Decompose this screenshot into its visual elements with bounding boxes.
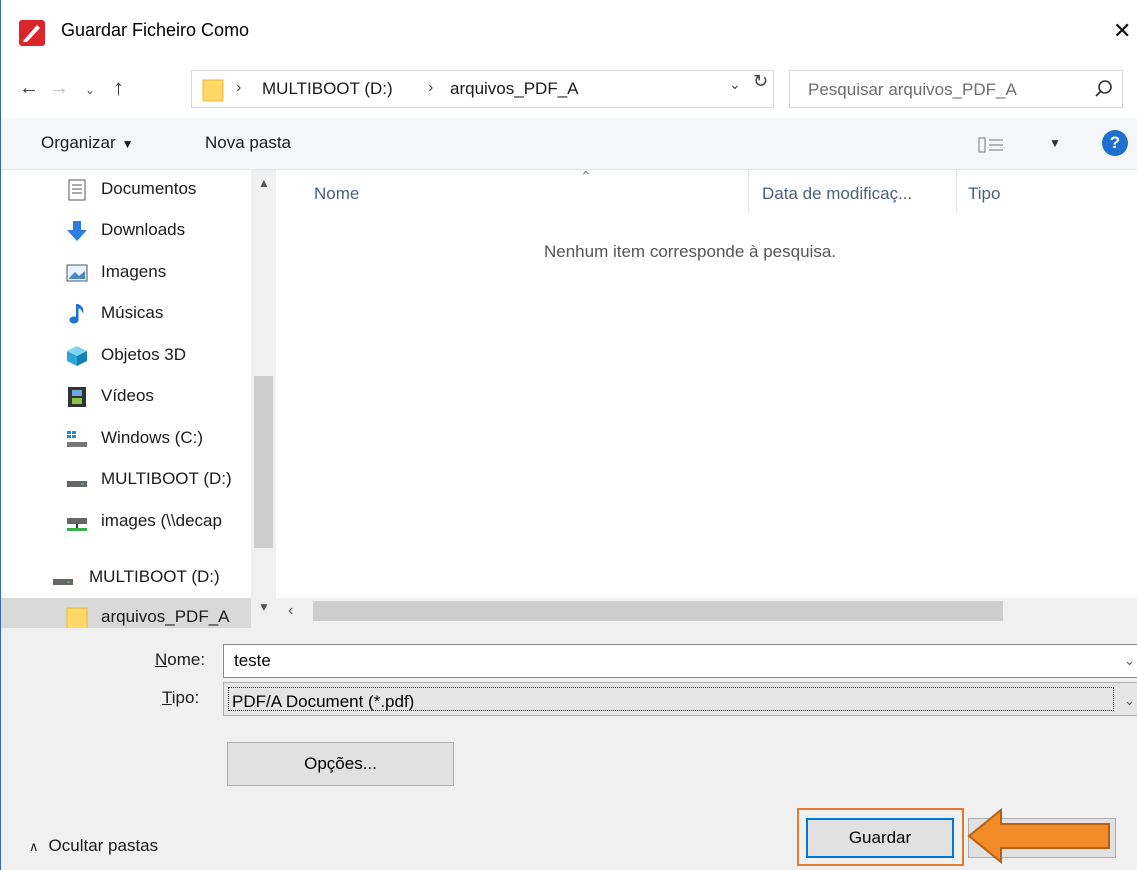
new-folder-button[interactable]: Nova pasta (205, 133, 291, 153)
scroll-left-icon[interactable]: ‹ (288, 602, 293, 620)
sidebar-item-label: Vídeos (101, 386, 154, 405)
file-list: ⌃ Nome Data de modificaç... Tipo Nenhum … (276, 168, 1137, 598)
pointer-arrow-icon (967, 807, 1110, 865)
type-label: Tipo: (162, 688, 200, 707)
view-caret-down-icon[interactable]: ▼ (1049, 136, 1061, 150)
download-arrow-icon (67, 221, 87, 241)
save-button[interactable]: Guardar (806, 818, 954, 858)
drive-icon (67, 481, 87, 487)
breadcrumb-folder[interactable]: arquivos_PDF_A (450, 79, 579, 99)
horizontal-scrollbar[interactable]: ‹ (276, 598, 1137, 628)
caret-down-icon: ▼ (121, 137, 134, 151)
sidebar-item-multiboot-d-tree[interactable]: MULTIBOOT (D:) (1, 558, 251, 598)
documents-icon (68, 179, 86, 201)
title-bar: Guardar Ficheiro Como ✕ (1, 0, 1137, 62)
scroll-down-icon[interactable]: ▼ (258, 600, 270, 614)
scroll-up-icon[interactable]: ▲ (258, 176, 270, 190)
music-note-icon (69, 304, 84, 324)
close-icon[interactable]: ✕ (1113, 16, 1137, 46)
sidebar-scrollbar[interactable]: ▲ ▼ (251, 170, 276, 628)
sidebar-item-label: Objetos 3D (101, 345, 187, 364)
sidebar-item-label: MULTIBOOT (D:) (101, 469, 232, 488)
chevron-up-icon: ∧ (29, 839, 39, 854)
hide-folders-toggle[interactable]: ∧ Ocultar pastas (29, 836, 158, 856)
sidebar-item-documentos[interactable]: Documentos (1, 170, 251, 210)
file-name-input[interactable]: teste ⌄ (223, 644, 1137, 678)
organize-button[interactable]: Organizar ▼ (41, 133, 134, 153)
sidebar-item-images-network[interactable]: images (\\decap (1, 502, 251, 542)
sidebar-item-arquivos-pdf-a[interactable]: arquivos_PDF_A (1, 598, 251, 628)
pictures-icon (66, 264, 88, 282)
address-dropdown-icon[interactable]: ⌄ (729, 76, 741, 93)
help-icon[interactable]: ? (1102, 130, 1128, 156)
refresh-icon[interactable]: ↻ (753, 71, 768, 92)
chevron-down-icon[interactable]: ⌄ (1124, 653, 1135, 669)
file-type-value: PDF/A Document (*.pdf) (232, 692, 415, 711)
sidebar-item-label: Músicas (101, 303, 164, 322)
navigation-pane: Documentos Downloads Imagens Músicas Obj… (1, 170, 276, 628)
horizontal-scroll-thumb[interactable] (313, 601, 1003, 621)
navigation-bar: ← → ⌄ ↑ › MULTIBOOT (D:) › arquivos_PDF_… (1, 62, 1137, 114)
sidebar-item-musicas[interactable]: Músicas (1, 294, 251, 334)
file-type-select[interactable]: PDF/A Document (*.pdf) ⌄ (223, 682, 1137, 716)
search-placeholder: Pesquisar arquivos_PDF_A (808, 80, 1017, 99)
sidebar-item-label: MULTIBOOT (D:) (89, 567, 220, 586)
column-divider[interactable] (956, 170, 957, 214)
network-drive-icon (67, 518, 87, 531)
chevron-down-icon[interactable]: ⌄ (1124, 693, 1135, 709)
breadcrumb-separator-icon: › (428, 79, 434, 96)
search-box[interactable]: Pesquisar arquivos_PDF_A (789, 70, 1123, 108)
window-title: Guardar Ficheiro Como (61, 20, 250, 40)
sidebar-item-videos[interactable]: Vídeos (1, 377, 251, 417)
film-icon (68, 387, 86, 407)
drive-icon (53, 579, 73, 585)
sidebar-item-imagens[interactable]: Imagens (1, 253, 251, 293)
up-arrow-icon[interactable]: ↑ (113, 76, 124, 100)
forward-arrow-icon[interactable]: → (49, 76, 69, 100)
cube-3d-icon (67, 346, 87, 366)
empty-message: Nenhum item corresponde à pesquisa. (544, 242, 836, 261)
folder-icon (66, 607, 88, 628)
column-divider[interactable] (748, 170, 749, 214)
folder-icon (202, 79, 224, 102)
save-as-dialog: Guardar Ficheiro Como ✕ ← → ⌄ ↑ › MULTIB… (0, 0, 1137, 870)
column-header-name[interactable]: Nome (314, 184, 359, 204)
sidebar-item-label: Imagens (101, 262, 167, 281)
sidebar-item-downloads[interactable]: Downloads (1, 211, 251, 251)
breadcrumb-drive[interactable]: MULTIBOOT (D:) (262, 79, 393, 99)
view-options-icon[interactable] (977, 134, 1017, 156)
address-bar[interactable]: › MULTIBOOT (D:) › arquivos_PDF_A (191, 70, 774, 108)
file-name-value: teste (234, 651, 271, 670)
column-header-type[interactable]: Tipo (968, 184, 1000, 204)
column-header-date[interactable]: Data de modificaç... (762, 184, 912, 204)
organize-label: Organizar (41, 133, 116, 152)
sidebar-item-label: Windows (C:) (101, 428, 204, 447)
sidebar-scroll-thumb[interactable] (254, 376, 273, 548)
save-form: Nome: teste ⌄ Tipo: PDF/A Document (*.pd… (1, 628, 1137, 870)
name-label: Nome: (155, 650, 206, 669)
sort-ascending-icon: ⌃ (580, 168, 592, 184)
search-icon[interactable] (1094, 79, 1114, 99)
back-arrow-icon[interactable]: ← (19, 76, 39, 100)
sidebar-item-objetos-3d[interactable]: Objetos 3D (1, 336, 251, 376)
sidebar-item-label: Documentos (101, 179, 197, 198)
sidebar-item-windows-c[interactable]: Windows (C:) (1, 419, 251, 459)
breadcrumb-separator-icon: › (236, 79, 242, 96)
command-toolbar: Organizar ▼ Nova pasta ▼ ? (1, 118, 1137, 170)
hide-folders-label: Ocultar pastas (48, 836, 159, 855)
app-icon (19, 20, 45, 46)
sidebar-item-label: Downloads (101, 220, 186, 239)
recent-locations-chevron-icon[interactable]: ⌄ (85, 78, 95, 102)
sidebar-item-multiboot-d[interactable]: MULTIBOOT (D:) (1, 460, 251, 500)
sidebar-item-label: images (\\decap (101, 511, 222, 530)
sidebar-item-label: arquivos_PDF_A (101, 607, 230, 626)
options-button[interactable]: Opções... (227, 742, 454, 786)
windows-drive-icon (67, 431, 87, 447)
